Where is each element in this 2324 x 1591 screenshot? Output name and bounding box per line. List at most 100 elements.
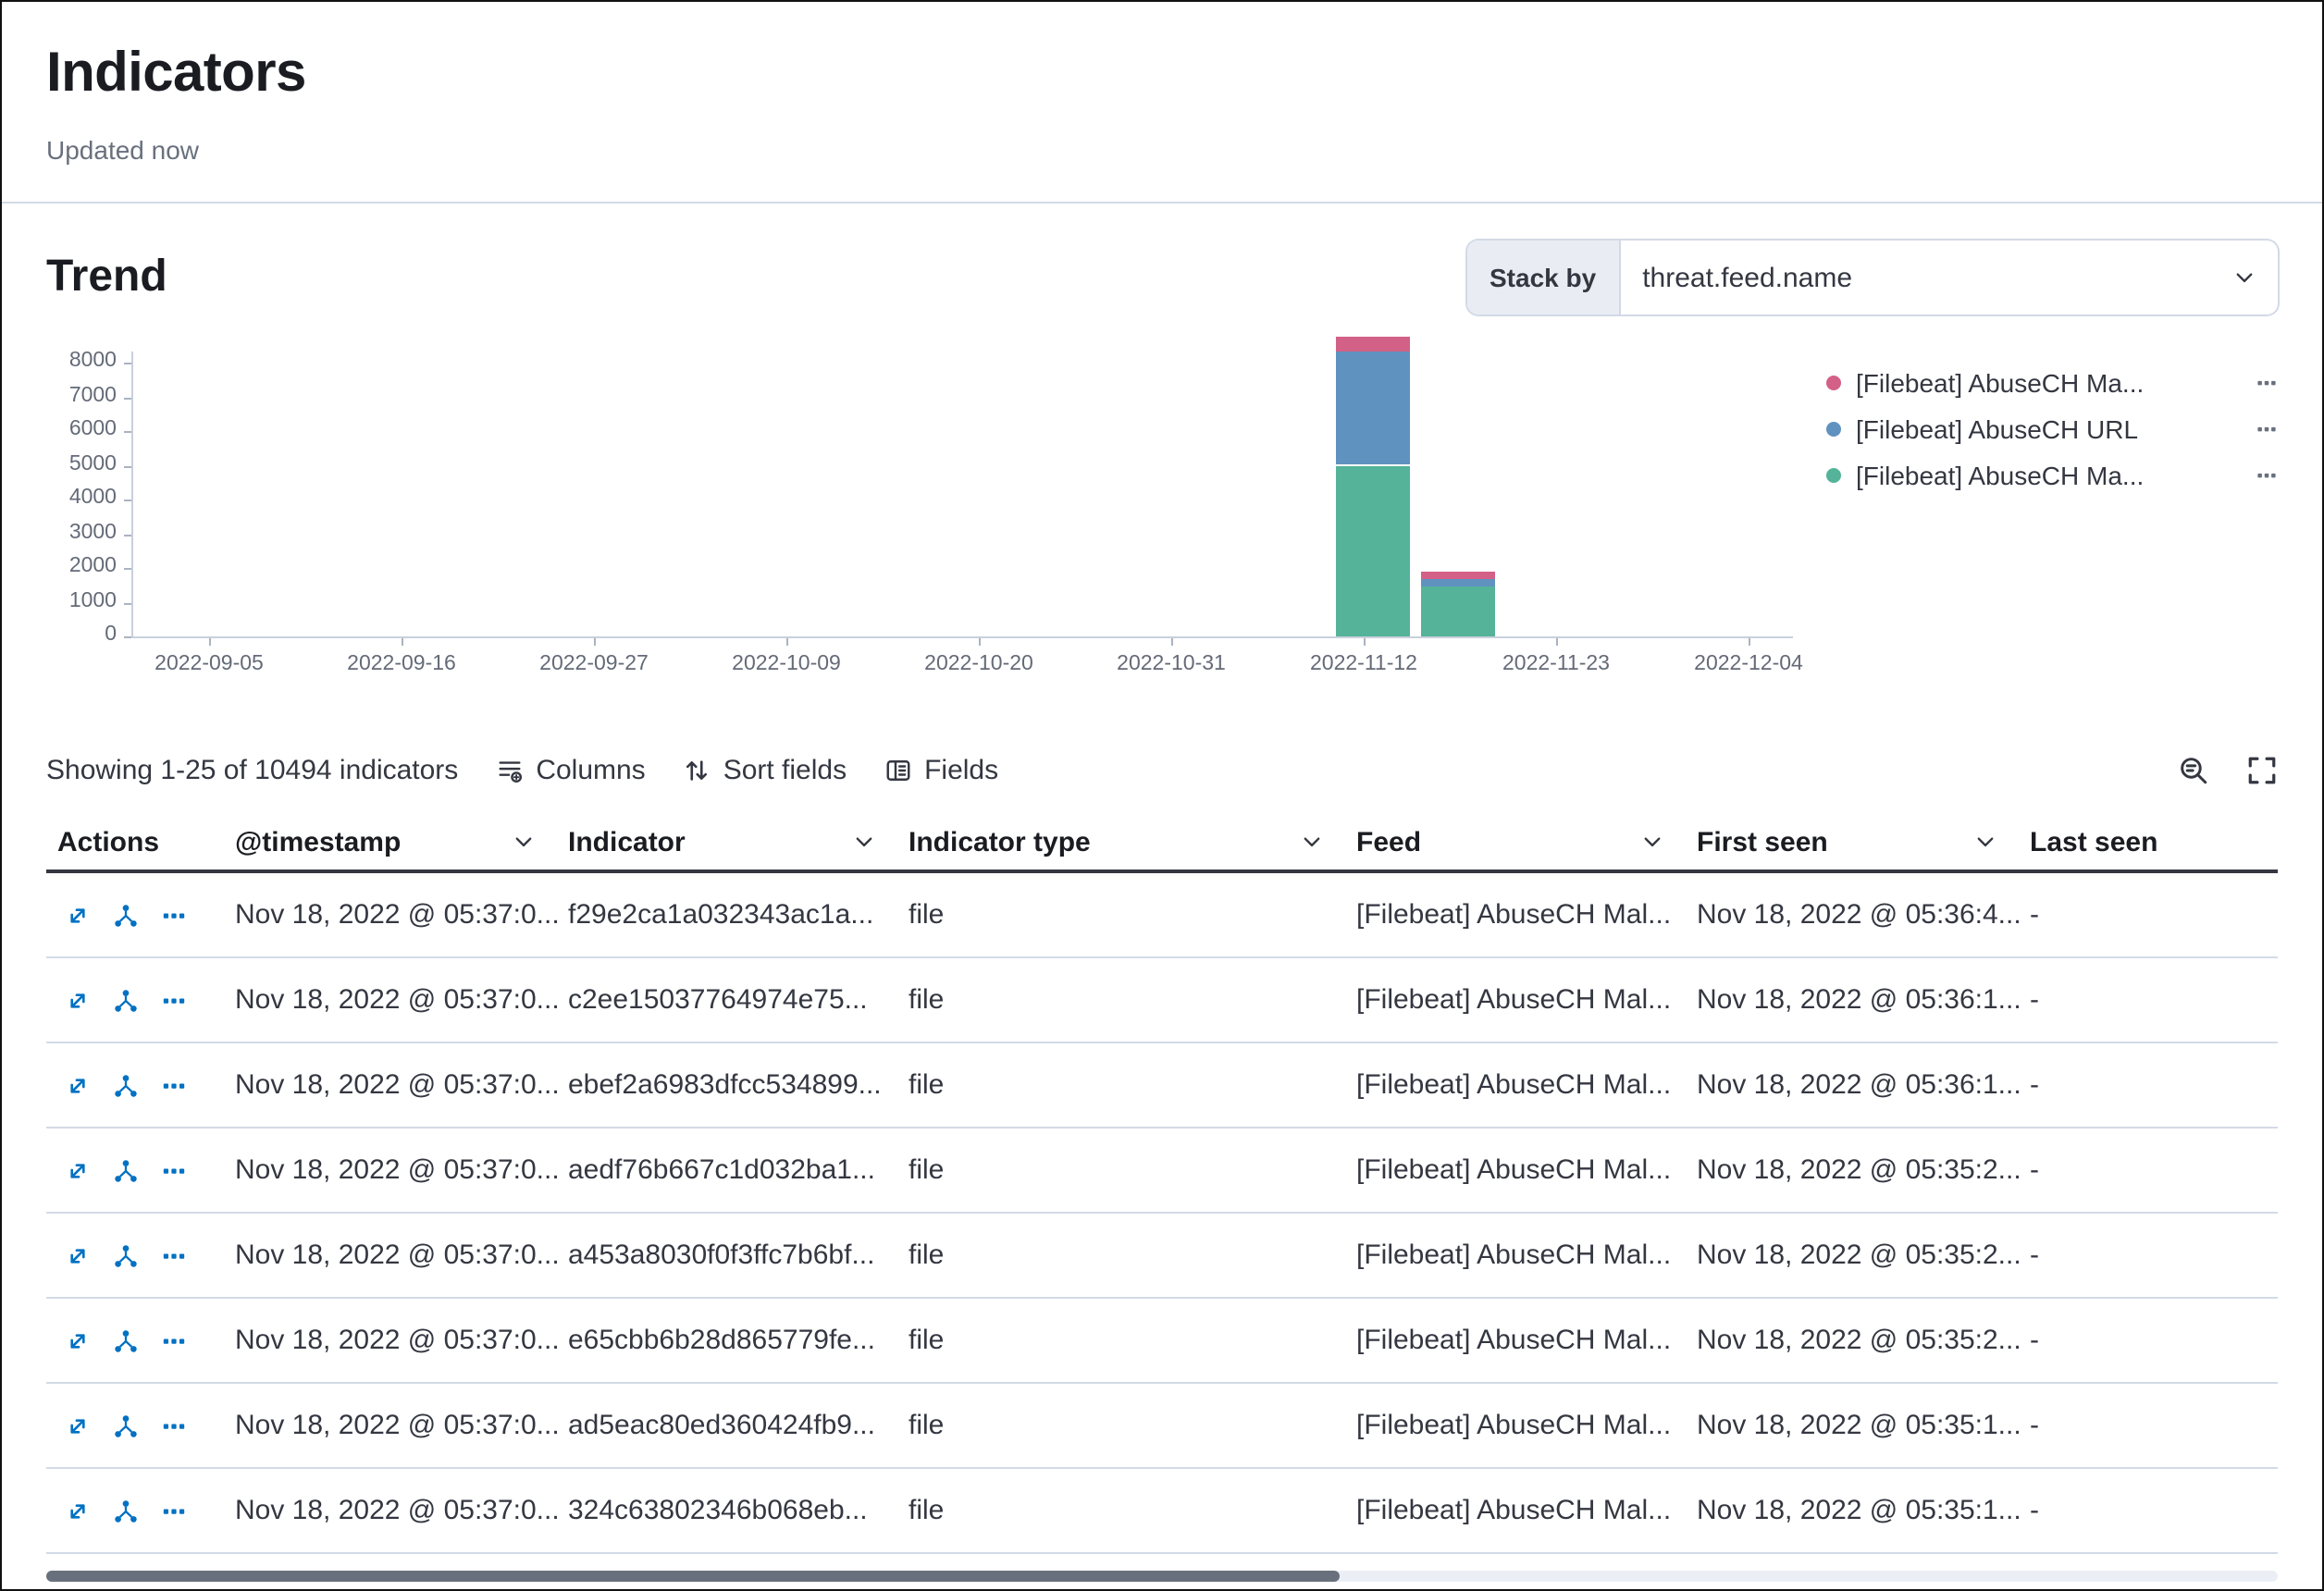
bar-segment[interactable]: [1421, 586, 1495, 636]
results-count: Showing 1-25 of 10494 indicators: [46, 754, 458, 785]
more-actions-button[interactable]: [161, 1242, 187, 1268]
page-title: Indicators: [46, 43, 2278, 105]
toolbar-right-icons: [2178, 754, 2278, 785]
column-header-indicator-type[interactable]: Indicator type: [897, 826, 1345, 857]
scrollbar-thumb[interactable]: [46, 1571, 1341, 1582]
column-header-indicator[interactable]: Indicator: [557, 826, 897, 857]
more-actions-icon: [161, 1498, 187, 1523]
cell-last-seen: -: [2019, 1495, 2278, 1526]
column-header-timestamp[interactable]: @timestamp: [224, 826, 557, 857]
x-tick-mark: [594, 638, 596, 646]
row-actions: [46, 1157, 224, 1183]
investigate-in-timeline-button[interactable]: [113, 1072, 139, 1098]
y-tick-mark: [124, 397, 131, 399]
cell-timestamp: Nov 18, 2022 @ 05:37:0...: [224, 899, 557, 931]
more-actions-button[interactable]: [161, 1157, 187, 1183]
row-actions: [46, 1072, 224, 1098]
expand-button[interactable]: [65, 1327, 91, 1353]
fullscreen-button[interactable]: [2246, 754, 2278, 785]
button-label: Fields: [924, 754, 998, 785]
chevron-down-icon[interactable]: [853, 831, 875, 853]
more-actions-button[interactable]: [161, 902, 187, 928]
sort-fields-button[interactable]: Sort fields: [683, 754, 847, 785]
table-row: Nov 18, 2022 @ 05:37:0...ebef2a6983dfcc5…: [46, 1043, 2278, 1128]
investigate-in-timeline-icon: [113, 1327, 139, 1353]
expand-button[interactable]: [65, 1072, 91, 1098]
inspect-button[interactable]: [2178, 754, 2209, 785]
columns-button[interactable]: Columns: [495, 754, 645, 785]
fullscreen-icon: [2246, 754, 2278, 785]
expand-button[interactable]: [65, 902, 91, 928]
chevron-down-icon[interactable]: [1974, 831, 1996, 853]
expand-button[interactable]: [65, 1412, 91, 1438]
bar-segment[interactable]: [1335, 465, 1409, 636]
investigate-in-timeline-button[interactable]: [113, 1327, 139, 1353]
column-header-feed[interactable]: Feed: [1345, 826, 1686, 857]
chevron-down-icon[interactable]: [1301, 831, 1323, 853]
legend-item[interactable]: [Filebeat] AbuseCH URL: [1826, 405, 2278, 451]
cell-last-seen: -: [2019, 1325, 2278, 1356]
expand-button[interactable]: [65, 1157, 91, 1183]
cell-indicator: a453a8030f0f3ffc7b6bf...: [557, 1240, 897, 1271]
x-tick-label: 2022-12-04: [1665, 653, 1832, 675]
column-header-first-seen[interactable]: First seen: [1686, 826, 2019, 857]
legend-label: [Filebeat] AbuseCH Ma...: [1856, 367, 2244, 397]
y-tick-mark: [124, 636, 131, 638]
investigate-in-timeline-button[interactable]: [113, 902, 139, 928]
chevron-down-icon: [2233, 240, 2278, 314]
expand-button[interactable]: [65, 1498, 91, 1523]
cell-first-seen: Nov 18, 2022 @ 05:35:1...: [1686, 1495, 2019, 1526]
more-actions-icon: [161, 1072, 187, 1098]
fields-button[interactable]: Fields: [884, 754, 998, 785]
y-tick-mark: [124, 465, 131, 467]
cell-indicator: f29e2ca1a032343ac1a...: [557, 899, 897, 931]
investigate-in-timeline-button[interactable]: [113, 1412, 139, 1438]
more-actions-button[interactable]: [161, 987, 187, 1013]
cell-last-seen: -: [2019, 1069, 2278, 1101]
table-body: Nov 18, 2022 @ 05:37:0...f29e2ca1a032343…: [46, 873, 2278, 1554]
cell-indicator-type: file: [897, 1410, 1345, 1441]
y-tick-label: 0: [46, 623, 117, 646]
column-header-label: @timestamp: [235, 826, 401, 857]
cell-feed: [Filebeat] AbuseCH Mal...: [1345, 899, 1686, 931]
stack-by-select[interactable]: Stack by threat.feed.name: [1467, 240, 2278, 314]
more-actions-button[interactable]: [161, 1327, 187, 1353]
y-tick-mark: [124, 568, 131, 570]
legend-item[interactable]: [Filebeat] AbuseCH Ma...: [1826, 451, 2278, 498]
cell-indicator-type: file: [897, 984, 1345, 1016]
y-tick-label: 8000: [46, 350, 117, 372]
investigate-in-timeline-button[interactable]: [113, 1157, 139, 1183]
trend-chart: 0100020003000400050006000700080002022-09…: [46, 337, 1823, 707]
row-actions: [46, 1412, 224, 1438]
column-header-label: Indicator: [568, 826, 686, 857]
x-tick-mark: [1556, 638, 1558, 646]
y-tick-mark: [124, 602, 131, 604]
bar-segment[interactable]: [1335, 352, 1409, 465]
investigate-in-timeline-button[interactable]: [113, 1498, 139, 1523]
legend-action-button[interactable]: [2256, 463, 2278, 486]
more-actions-button[interactable]: [161, 1072, 187, 1098]
horizontal-scrollbar[interactable]: [46, 1571, 2278, 1582]
more-actions-button[interactable]: [161, 1498, 187, 1523]
investigate-in-timeline-button[interactable]: [113, 1242, 139, 1268]
cell-first-seen: Nov 18, 2022 @ 05:36:4...: [1686, 899, 2019, 931]
row-actions: [46, 1498, 224, 1523]
bar-segment[interactable]: [1421, 578, 1495, 586]
bar-segment[interactable]: [1335, 338, 1409, 352]
legend-action-button[interactable]: [2256, 371, 2278, 393]
y-tick-label: 6000: [46, 418, 117, 440]
investigate-in-timeline-button[interactable]: [113, 987, 139, 1013]
legend-action-button[interactable]: [2256, 417, 2278, 439]
expand-button[interactable]: [65, 987, 91, 1013]
more-actions-button[interactable]: [161, 1412, 187, 1438]
investigate-in-timeline-icon: [113, 1242, 139, 1268]
x-tick-mark: [1171, 638, 1173, 646]
chevron-down-icon[interactable]: [1641, 831, 1663, 853]
more-actions-icon: [161, 902, 187, 928]
more-actions-icon: [161, 1412, 187, 1438]
legend-item[interactable]: [Filebeat] AbuseCH Ma...: [1826, 359, 2278, 405]
sort-fields-icon: [683, 756, 711, 783]
expand-button[interactable]: [65, 1242, 91, 1268]
bar-segment[interactable]: [1421, 572, 1495, 578]
chevron-down-icon[interactable]: [513, 831, 535, 853]
